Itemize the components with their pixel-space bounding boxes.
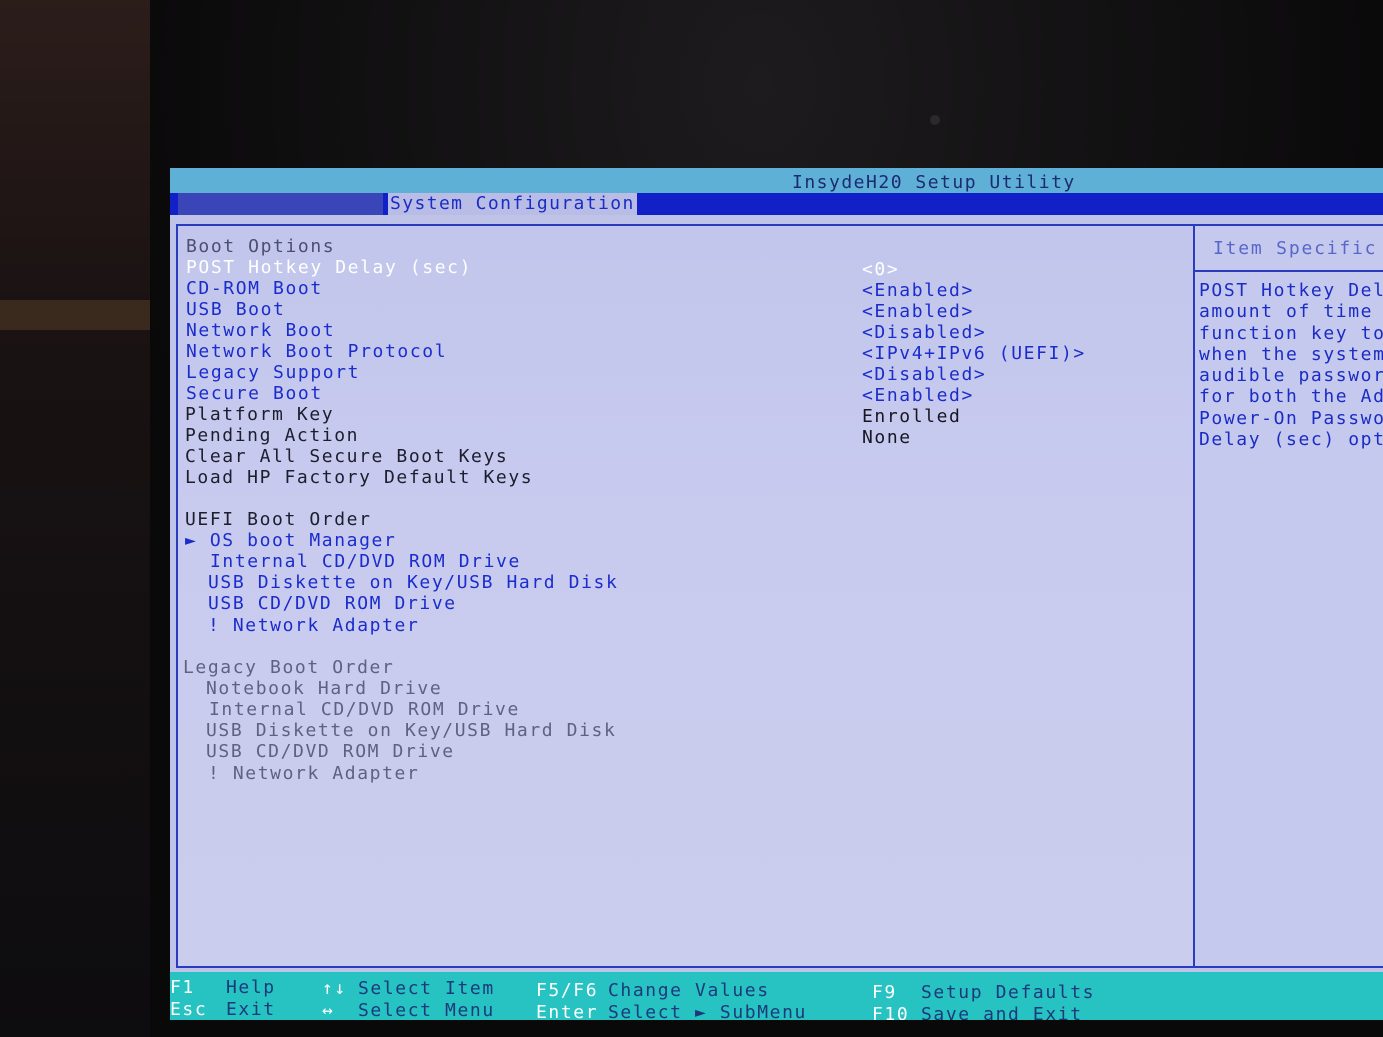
help-line: function key to xyxy=(1199,322,1383,344)
legacy-boot-item-usb-diskette: USB Diskette on Key/USB Hard Disk xyxy=(206,720,617,741)
help-line: for both the Adm xyxy=(1199,386,1383,408)
value-network-boot[interactable]: <Disabled> xyxy=(862,322,986,343)
value-cd-rom-boot[interactable]: <Enabled> xyxy=(862,280,974,301)
background-shelf xyxy=(0,300,150,330)
setting-post-hotkey-delay[interactable]: POST Hotkey Delay (sec) xyxy=(186,257,472,278)
key-enter-desc: Select ► SubMenu xyxy=(608,1002,807,1020)
help-text: POST Hotkey Dela amount of time g functi… xyxy=(1199,280,1383,450)
action-clear-secure-boot-keys[interactable]: Clear All Secure Boot Keys xyxy=(185,446,508,467)
value-platform-key: Enrolled xyxy=(862,406,962,427)
help-line: when the system xyxy=(1199,343,1383,365)
value-usb-boot[interactable]: <Enabled> xyxy=(862,301,974,322)
webcam-icon xyxy=(930,115,940,125)
setting-platform-key: Platform Key xyxy=(185,404,335,425)
key-esc-desc: Exit xyxy=(226,999,276,1020)
key-f1[interactable]: F1 xyxy=(170,977,195,998)
legacy-boot-item-internal-cd-dvd: Internal CD/DVD ROM Drive xyxy=(209,699,520,720)
key-f9[interactable]: F9 xyxy=(872,982,897,1003)
key-enter[interactable]: Enter xyxy=(536,1002,598,1020)
setting-usb-boot[interactable]: USB Boot xyxy=(186,299,286,320)
up-down-arrows-icon: ↑↓ xyxy=(322,978,347,999)
help-line: POST Hotkey Dela xyxy=(1199,280,1383,301)
submenu-arrow-icon: ► xyxy=(185,530,210,551)
key-select-item-desc: Select Item xyxy=(358,978,495,999)
section-header-boot-options: Boot Options xyxy=(186,236,336,257)
help-panel: Item Specific H POST Hotkey Dela amount … xyxy=(1193,224,1383,968)
key-legend-bar: F1 Help Esc Exit ↑↓ Select Item ↔ Select… xyxy=(170,972,1383,1020)
key-select-menu-desc: Select Menu xyxy=(358,1000,495,1020)
help-line: amount of time g xyxy=(1199,301,1383,323)
help-line: Delay (sec) opt xyxy=(1199,429,1383,451)
setting-cd-rom-boot[interactable]: CD-ROM Boot xyxy=(186,278,323,299)
uefi-boot-item-usb-cd-dvd[interactable]: USB CD/DVD ROM Drive xyxy=(208,593,457,614)
value-pending-action: None xyxy=(862,427,912,448)
key-f9-desc: Setup Defaults xyxy=(921,982,1096,1003)
setting-legacy-support[interactable]: Legacy Support xyxy=(186,362,360,383)
bios-screen: InsydeH20 Setup Utility System Configura… xyxy=(170,168,1383,1020)
key-esc[interactable]: Esc xyxy=(170,999,207,1020)
menu-bar xyxy=(170,193,1383,215)
key-f1-desc: Help xyxy=(226,977,276,998)
key-f5-f6[interactable]: F5/F6 xyxy=(536,980,598,1001)
setting-network-boot[interactable]: Network Boot xyxy=(186,320,335,341)
legacy-boot-item-usb-cd-dvd: USB CD/DVD ROM Drive xyxy=(206,741,455,762)
key-f10-desc: Save and Exit xyxy=(921,1004,1083,1020)
help-line: audible passwor xyxy=(1199,365,1383,387)
left-right-arrows-icon: ↔ xyxy=(322,1000,335,1020)
uefi-boot-item-os-boot-manager[interactable]: ► OS boot Manager xyxy=(185,530,396,551)
key-f10[interactable]: F10 xyxy=(872,1004,909,1020)
uefi-boot-item-internal-cd-dvd[interactable]: Internal CD/DVD ROM Drive xyxy=(210,551,521,572)
section-header-legacy-boot-order: Legacy Boot Order xyxy=(183,657,395,678)
background-desk xyxy=(0,0,150,1037)
value-network-boot-protocol[interactable]: <IPv4+IPv6 (UEFI)> xyxy=(862,343,1086,364)
help-panel-title: Item Specific H xyxy=(1213,238,1383,259)
setting-secure-boot[interactable]: Secure Boot xyxy=(186,383,323,404)
help-divider xyxy=(1195,270,1383,272)
legacy-boot-item-network-adapter: ! Network Adapter xyxy=(208,763,420,784)
setting-pending-action: Pending Action xyxy=(185,425,360,446)
menu-bar-strip xyxy=(178,193,383,215)
value-secure-boot[interactable]: <Enabled> xyxy=(862,385,974,406)
title-bar: InsydeH20 Setup Utility xyxy=(170,168,1383,195)
section-header-uefi-boot-order: UEFI Boot Order xyxy=(185,509,372,530)
uefi-boot-item-usb-diskette[interactable]: USB Diskette on Key/USB Hard Disk xyxy=(208,572,618,593)
value-legacy-support[interactable]: <Disabled> xyxy=(862,364,986,385)
window-title: InsydeH20 Setup Utility xyxy=(792,172,1076,193)
legacy-boot-item-notebook-hard-drive: Notebook Hard Drive xyxy=(206,678,443,699)
value-post-hotkey-delay[interactable]: <0> xyxy=(862,259,899,280)
uefi-boot-item-network-adapter[interactable]: ! Network Adapter xyxy=(208,615,419,636)
help-line: Power-On Passwor xyxy=(1199,407,1383,429)
action-load-hp-default-keys[interactable]: Load HP Factory Default Keys xyxy=(185,467,533,488)
setting-network-boot-protocol[interactable]: Network Boot Protocol xyxy=(186,341,447,362)
key-f5-f6-desc: Change Values xyxy=(608,980,770,1001)
tab-system-configuration[interactable]: System Configuration xyxy=(388,193,637,215)
settings-panel: Boot Options POST Hotkey Delay (sec) <0>… xyxy=(176,224,1198,968)
